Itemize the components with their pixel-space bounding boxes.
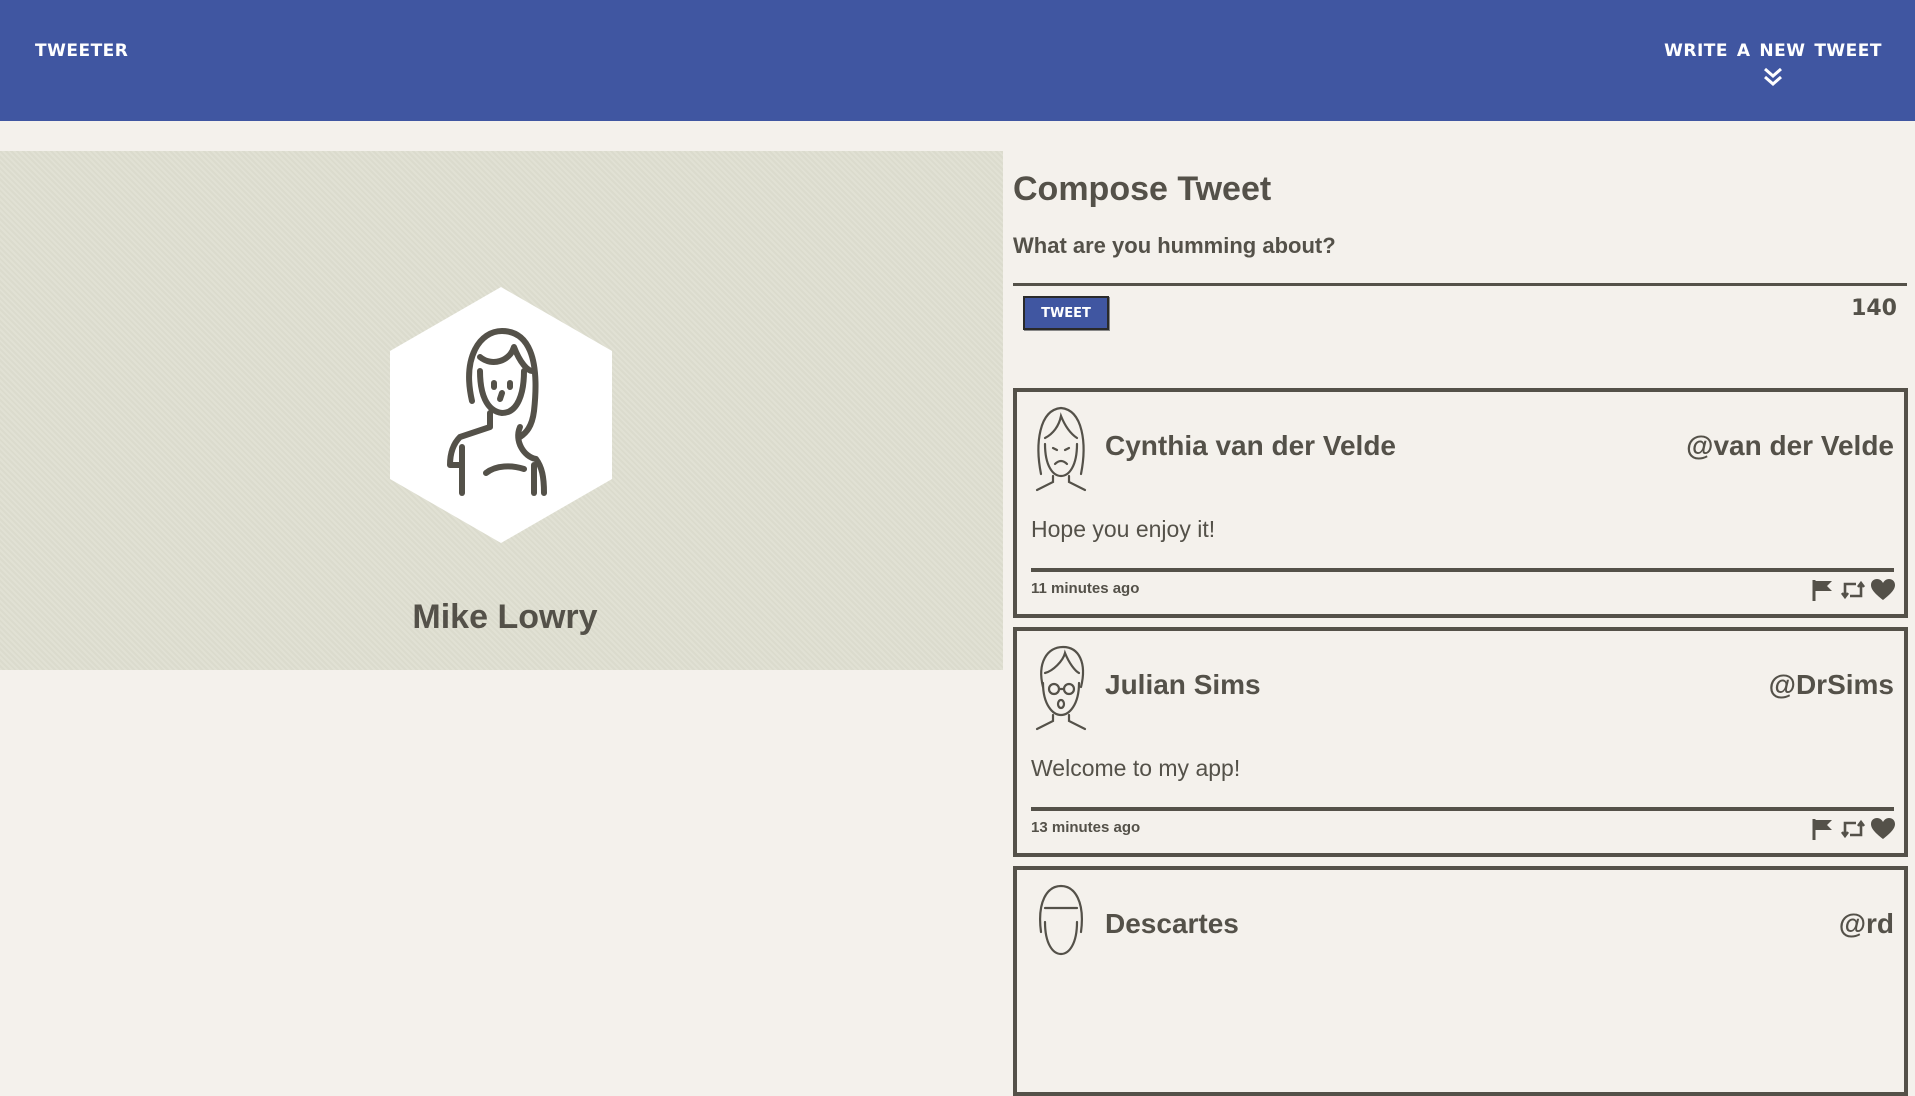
compose-tweet-section: Compose Tweet What are you humming about… xyxy=(1013,170,1907,338)
retweet-icon[interactable] xyxy=(1840,817,1866,841)
top-nav-bar: Tweeter Write a new tweet xyxy=(0,0,1915,121)
retweet-icon[interactable] xyxy=(1840,578,1866,602)
tweet-content: Welcome to my app! xyxy=(1031,755,1241,781)
heart-icon[interactable] xyxy=(1870,817,1896,841)
tweet-author-handle[interactable]: @DrSims xyxy=(1769,669,1894,701)
user-avatar-icon xyxy=(1035,645,1087,731)
tweet-divider xyxy=(1031,807,1894,811)
tweet-timestamp: 13 minutes ago xyxy=(1031,819,1141,836)
tweet-card: Julian Sims @DrSims Welcome to my app! 1… xyxy=(1013,627,1908,857)
tweet-text-placeholder: What are you humming about? xyxy=(1013,233,1336,258)
tweet-text-input[interactable]: What are you humming about? xyxy=(1013,227,1907,286)
tweet-author-handle[interactable]: @van der Velde xyxy=(1686,430,1894,462)
tweet-actions xyxy=(1810,817,1896,841)
tweet-card: Descartes @rd xyxy=(1013,866,1908,1096)
profile-panel: Mike Lowry xyxy=(0,151,1003,670)
avatar xyxy=(390,287,612,543)
tweet-author-name[interactable]: Julian Sims xyxy=(1105,669,1261,701)
heart-icon[interactable] xyxy=(1870,578,1896,602)
tweet-submit-button[interactable]: Tweet xyxy=(1023,296,1109,330)
tweet-author-name[interactable]: Descartes xyxy=(1105,908,1239,940)
user-avatar-icon xyxy=(447,328,547,496)
tweet-actions xyxy=(1810,578,1896,602)
user-avatar-icon xyxy=(1039,884,1083,956)
profile-name: Mike Lowry xyxy=(412,598,598,636)
write-new-tweet-label: Write a new tweet xyxy=(1664,34,1882,62)
tweet-author-name[interactable]: Cynthia van der Velde xyxy=(1105,430,1396,462)
tweet-timestamp: 11 minutes ago xyxy=(1031,580,1140,597)
compose-title: Compose Tweet xyxy=(1013,170,1272,208)
tweet-card: Cynthia van der Velde @van der Velde Hop… xyxy=(1013,388,1908,618)
double-chevron-down-icon xyxy=(1764,67,1783,86)
tweet-author-handle[interactable]: @rd xyxy=(1839,908,1894,940)
tweet-divider xyxy=(1031,568,1894,572)
compose-actions: Tweet 140 xyxy=(1013,294,1907,338)
write-new-tweet-button[interactable]: Write a new tweet xyxy=(1664,34,1882,88)
tweet-content: Hope you enjoy it! xyxy=(1031,516,1216,542)
flag-icon[interactable] xyxy=(1810,817,1836,841)
brand-logo[interactable]: Tweeter xyxy=(35,34,128,62)
character-counter: 140 xyxy=(1851,296,1897,321)
user-avatar-icon xyxy=(1035,406,1087,492)
flag-icon[interactable] xyxy=(1810,578,1836,602)
